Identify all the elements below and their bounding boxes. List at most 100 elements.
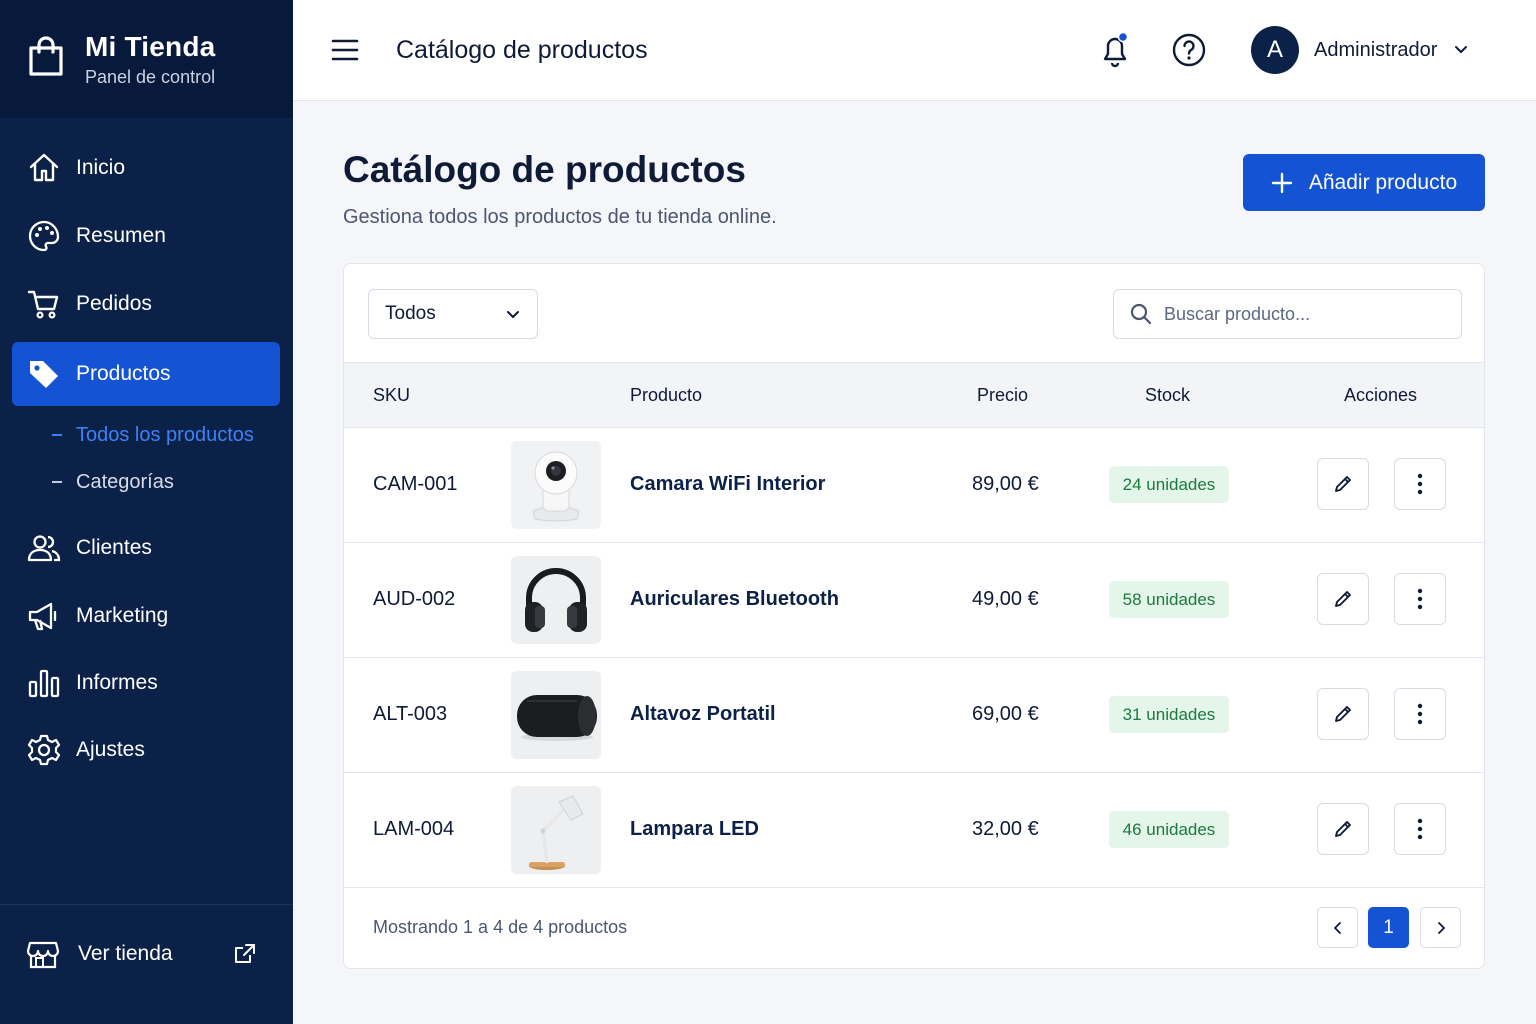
table-row: ALT-003 Altavoz Portatil 69,00 € 31 unid… bbox=[344, 658, 1484, 773]
subitem-todos-los-productos[interactable]: Todos los productos bbox=[52, 417, 254, 453]
user-name[interactable]: Administrador bbox=[1314, 39, 1437, 62]
pencil-icon bbox=[1335, 706, 1351, 722]
page-1-button[interactable]: 1 bbox=[1368, 907, 1409, 948]
sidebar-item-label: Ajustes bbox=[76, 738, 145, 761]
page-subtitle: Gestiona todos los productos de tu tiend… bbox=[343, 206, 777, 228]
product-name-link[interactable]: Lampara LED bbox=[630, 818, 759, 841]
sku-cell: CAM-001 bbox=[373, 473, 458, 495]
add-product-button[interactable]: Añadir producto bbox=[1243, 154, 1485, 211]
sidebar-item-productos[interactable]: Productos bbox=[12, 342, 280, 406]
category-filter-select[interactable]: Todos bbox=[368, 289, 538, 339]
header-product[interactable]: Producto bbox=[630, 385, 702, 406]
external-link-icon bbox=[235, 944, 255, 963]
dash-marker bbox=[52, 434, 62, 436]
kebab-menu-icon bbox=[1417, 473, 1423, 495]
brand: Mi Tienda Panel de control bbox=[0, 0, 293, 118]
cart-icon bbox=[27, 287, 61, 321]
plus-icon bbox=[1271, 172, 1293, 193]
home-icon bbox=[27, 151, 61, 185]
price-cell: 49,00 € bbox=[972, 588, 1039, 610]
sidebar-item-label: Clientes bbox=[76, 536, 152, 559]
search-input[interactable] bbox=[1164, 303, 1444, 325]
store-icon bbox=[26, 941, 60, 969]
header-sku[interactable]: SKU bbox=[373, 385, 410, 406]
pencil-icon bbox=[1335, 821, 1351, 837]
pencil-icon bbox=[1335, 476, 1351, 492]
palette-icon bbox=[27, 219, 61, 253]
product-name-link[interactable]: Camara WiFi Interior bbox=[630, 473, 825, 496]
topbar: Catálogo de productos A Administrador bbox=[293, 0, 1536, 101]
price-cell: 69,00 € bbox=[972, 703, 1039, 725]
products-card: Todos SKU Producto Precio Stock Acciones… bbox=[343, 263, 1485, 969]
view-store-link[interactable]: Ver tienda bbox=[26, 930, 256, 978]
search-icon bbox=[1130, 303, 1152, 325]
header-actions: Acciones bbox=[1344, 385, 1418, 405]
subitem-label: Categorías bbox=[76, 470, 174, 493]
sku-cell: AUD-002 bbox=[373, 588, 456, 610]
pagination-summary: Mostrando 1 a 4 de 4 productos bbox=[373, 917, 628, 937]
hamburger-menu-icon[interactable] bbox=[331, 37, 359, 63]
sidebar-item-inicio[interactable]: Inicio bbox=[12, 136, 280, 200]
subitem-label: Todos los productos bbox=[76, 423, 254, 446]
sidebar-item-label: Pedidos bbox=[76, 292, 152, 315]
price-cell: 32,00 € bbox=[972, 818, 1039, 840]
table-row: AUD-002 Auriculares Bluetooth 49,00 € 58… bbox=[344, 543, 1484, 658]
tag-icon bbox=[27, 357, 61, 391]
filter-value: Todos bbox=[385, 303, 436, 324]
sidebar-item-label: Resumen bbox=[76, 224, 166, 247]
chevron-down-icon bbox=[507, 311, 519, 318]
prev-page-button[interactable] bbox=[1317, 907, 1358, 948]
sku-cell: LAM-004 bbox=[373, 818, 455, 840]
kebab-menu-icon bbox=[1417, 818, 1423, 840]
sidebar-item-label: Inicio bbox=[76, 156, 126, 179]
product-image-speaker bbox=[511, 671, 601, 759]
dash-marker bbox=[52, 481, 62, 483]
header-stock[interactable]: Stock bbox=[1145, 385, 1190, 406]
stock-badge: 24 unidades bbox=[1109, 466, 1229, 503]
sidebar: Mi Tienda Panel de control Inicio Resume… bbox=[0, 0, 293, 1024]
brand-title: Mi Tienda bbox=[85, 30, 216, 62]
table-header: SKU Producto Precio Stock Acciones bbox=[344, 362, 1484, 428]
search-box bbox=[1113, 289, 1462, 339]
page-title: Catálogo de productos bbox=[343, 149, 746, 190]
header-price[interactable]: Precio bbox=[977, 385, 1028, 406]
sidebar-item-marketing[interactable]: Marketing bbox=[12, 584, 280, 648]
more-options-button[interactable] bbox=[1394, 688, 1446, 740]
avatar[interactable]: A bbox=[1251, 26, 1299, 74]
chevron-right-icon bbox=[1437, 921, 1445, 934]
subitem-categorias[interactable]: Categorías bbox=[52, 464, 174, 500]
price-cell: 89,00 € bbox=[972, 473, 1039, 495]
more-options-button[interactable] bbox=[1394, 458, 1446, 510]
help-icon[interactable] bbox=[1172, 33, 1206, 67]
edit-button[interactable] bbox=[1317, 803, 1369, 855]
product-name-link[interactable]: Auriculares Bluetooth bbox=[630, 588, 839, 611]
gear-icon bbox=[27, 733, 61, 767]
next-page-button[interactable] bbox=[1420, 907, 1461, 948]
sidebar-item-clientes[interactable]: Clientes bbox=[12, 516, 280, 580]
sidebar-item-label: Marketing bbox=[76, 604, 169, 627]
sidebar-item-resumen[interactable]: Resumen bbox=[12, 204, 280, 268]
bar-chart-icon bbox=[27, 666, 61, 700]
chevron-down-icon[interactable] bbox=[1453, 42, 1469, 58]
topbar-title: Catálogo de productos bbox=[396, 36, 648, 64]
notification-dot bbox=[1117, 32, 1129, 43]
sidebar-item-pedidos[interactable]: Pedidos bbox=[12, 272, 280, 336]
sidebar-item-informes[interactable]: Informes bbox=[12, 651, 280, 715]
product-image-lamp bbox=[511, 786, 601, 874]
edit-button[interactable] bbox=[1317, 688, 1369, 740]
view-store-label: Ver tienda bbox=[78, 942, 173, 965]
more-options-button[interactable] bbox=[1394, 803, 1446, 855]
bell-icon[interactable] bbox=[1098, 32, 1132, 68]
stock-badge: 46 unidades bbox=[1109, 811, 1229, 848]
stock-badge: 58 unidades bbox=[1109, 581, 1229, 618]
edit-button[interactable] bbox=[1317, 458, 1369, 510]
sidebar-item-ajustes[interactable]: Ajustes bbox=[12, 718, 280, 782]
more-options-button[interactable] bbox=[1394, 573, 1446, 625]
kebab-menu-icon bbox=[1417, 703, 1423, 725]
add-product-label: Añadir producto bbox=[1308, 170, 1458, 194]
sidebar-item-label: Informes bbox=[76, 671, 158, 694]
edit-button[interactable] bbox=[1317, 573, 1369, 625]
kebab-menu-icon bbox=[1417, 588, 1423, 610]
product-name-link[interactable]: Altavoz Portatil bbox=[630, 703, 776, 726]
brand-subtitle: Panel de control bbox=[85, 66, 216, 87]
